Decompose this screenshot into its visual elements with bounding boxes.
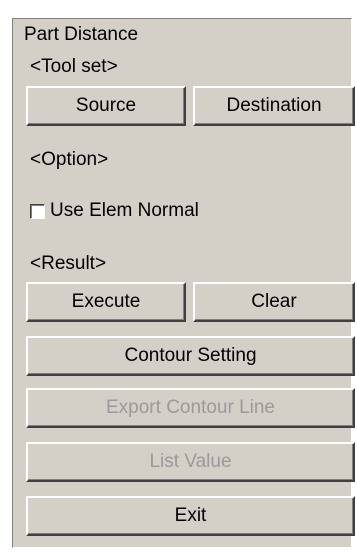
toolset-section-label: <Tool set> <box>30 56 118 77</box>
list-value-button[interactable]: List Value <box>26 442 355 482</box>
export-contour-line-button[interactable]: Export Contour Line <box>26 388 355 428</box>
option-section-label: <Option> <box>30 149 109 170</box>
source-button[interactable]: Source <box>26 86 186 126</box>
contour-setting-button[interactable]: Contour Setting <box>26 336 355 376</box>
clear-button[interactable]: Clear <box>193 282 355 322</box>
panel-title: Part Distance <box>24 24 139 45</box>
result-section-label: <Result> <box>30 253 107 274</box>
use-elem-normal-label: Use Elem Normal <box>50 200 199 221</box>
exit-button[interactable]: Exit <box>26 496 355 536</box>
use-elem-normal-checkbox[interactable] <box>30 203 45 219</box>
part-distance-panel: Part Distance <Tool set> Source Destinat… <box>12 18 355 548</box>
execute-button[interactable]: Execute <box>26 282 186 322</box>
use-elem-normal-option[interactable]: Use Elem Normal <box>30 200 199 222</box>
destination-button[interactable]: Destination <box>193 86 355 126</box>
